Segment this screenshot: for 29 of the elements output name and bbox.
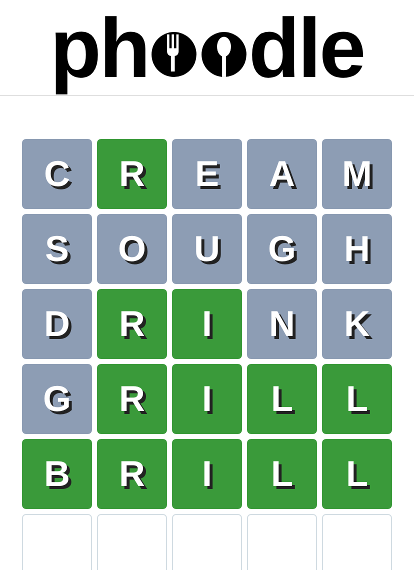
letter-tile: L: [322, 439, 392, 509]
letter-tile: L: [322, 364, 392, 434]
letter-tile: R: [97, 439, 167, 509]
letter-tile: E: [172, 139, 242, 209]
logo-text: ph: [50, 0, 149, 97]
letter-tile: I: [172, 364, 242, 434]
letter-tile: B: [22, 439, 92, 509]
letter-tile: R: [97, 139, 167, 209]
letter-tile: U: [172, 214, 242, 284]
letter-tile: I: [172, 439, 242, 509]
logo-text: dle: [248, 0, 364, 97]
letter-tile: L: [247, 439, 317, 509]
letter-tile: R: [97, 289, 167, 359]
letter-tile: R: [97, 364, 167, 434]
letter-tile: I: [172, 289, 242, 359]
spoon-icon: [200, 32, 248, 77]
letter-tile: G: [22, 364, 92, 434]
letter-tile: S: [22, 214, 92, 284]
letter-tile: K: [322, 289, 392, 359]
letter-tile: M: [322, 139, 392, 209]
letter-tile: D: [22, 289, 92, 359]
letter-tile: A: [247, 139, 317, 209]
letter-tile: L: [247, 364, 317, 434]
letter-tile: C: [22, 139, 92, 209]
letter-tile: O: [97, 214, 167, 284]
fork-icon: [150, 32, 198, 77]
letter-tile: H: [322, 214, 392, 284]
letter-tile: G: [247, 214, 317, 284]
letter-tile: N: [247, 289, 317, 359]
